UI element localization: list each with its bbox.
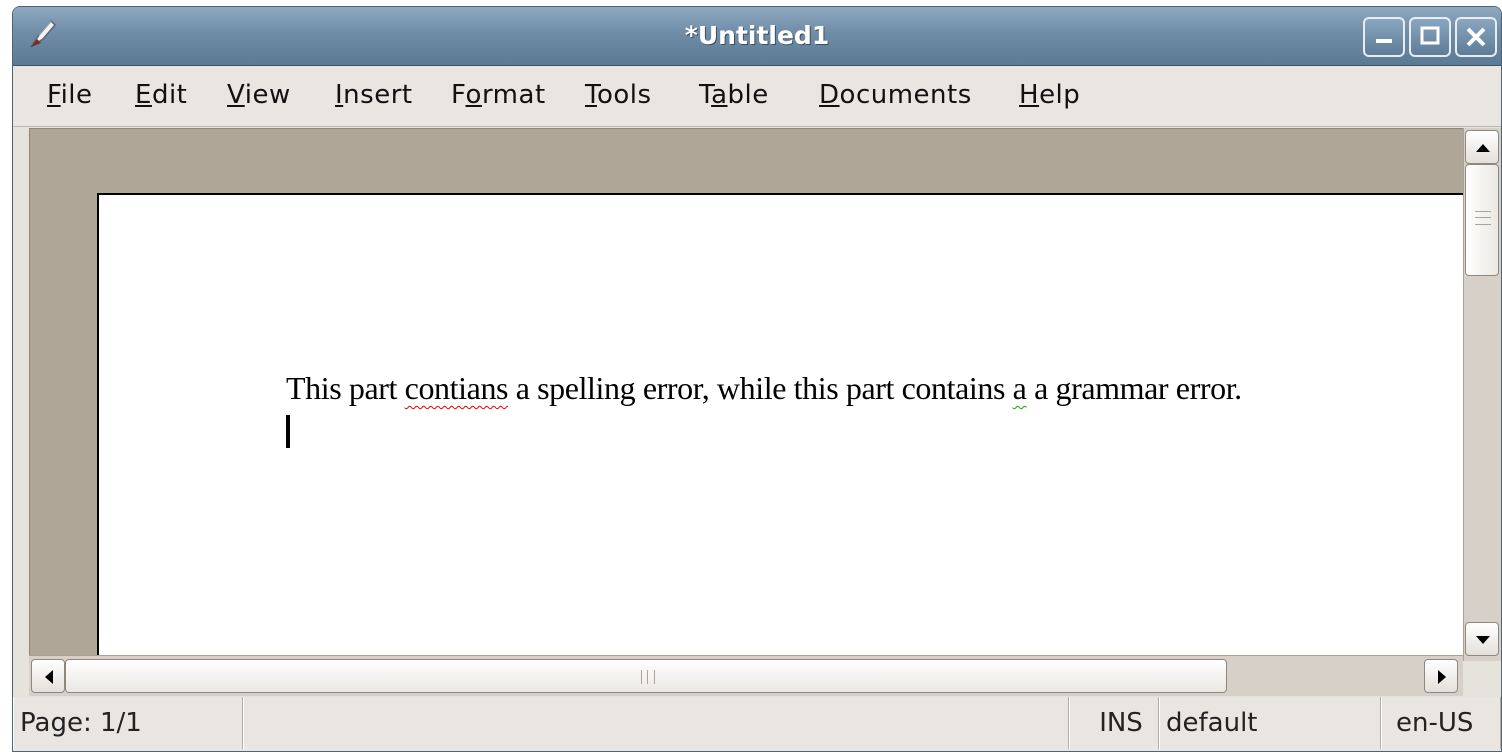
grip-icon bbox=[641, 670, 655, 684]
menu-format-rest: rmat bbox=[481, 80, 546, 110]
menu-bar: File Edit View Insert Format Tools Table… bbox=[13, 66, 1501, 127]
menu-file[interactable]: File bbox=[47, 80, 93, 110]
menu-view-rest: iew bbox=[244, 80, 291, 110]
menu-file-rest: ile bbox=[60, 80, 93, 110]
maximize-icon bbox=[1420, 26, 1440, 45]
menu-format-pre: F bbox=[451, 80, 466, 110]
menu-insert-mnemonic: I bbox=[335, 80, 344, 110]
app-window: *Untitled1 File Edit View Insert Format … bbox=[12, 6, 1502, 752]
arrow-right-icon bbox=[1438, 670, 1446, 684]
menu-insert-rest: nsert bbox=[343, 80, 413, 110]
arrow-down-icon bbox=[1476, 636, 1490, 644]
scroll-down-button[interactable] bbox=[1465, 622, 1499, 656]
scroll-left-button[interactable] bbox=[31, 659, 65, 693]
menu-tools-mnemonic: T bbox=[585, 80, 597, 110]
menu-help-mnemonic: H bbox=[1019, 80, 1040, 110]
grammar-error-word[interactable]: a bbox=[1013, 370, 1027, 406]
menu-documents-mnemonic: D bbox=[819, 80, 840, 110]
menu-insert[interactable]: Insert bbox=[335, 80, 413, 110]
status-insert-mode[interactable]: INS bbox=[1069, 697, 1159, 749]
title-bar[interactable]: *Untitled1 bbox=[13, 7, 1501, 66]
close-button[interactable] bbox=[1455, 17, 1497, 57]
document-canvas[interactable]: This part contians a spelling error, whi… bbox=[29, 128, 1464, 656]
menu-edit-rest: dit bbox=[151, 80, 188, 110]
document-page[interactable]: This part contians a spelling error, whi… bbox=[97, 193, 1464, 656]
menu-tools[interactable]: Tools bbox=[585, 80, 652, 110]
status-style: default bbox=[1159, 697, 1381, 749]
maximize-button[interactable] bbox=[1409, 17, 1451, 57]
window-title: *Untitled1 bbox=[684, 21, 830, 50]
status-bar: Page: 1/1 INS default en-US bbox=[13, 697, 1501, 751]
horizontal-scroll-thumb[interactable] bbox=[65, 659, 1227, 693]
menu-file-mnemonic: F bbox=[47, 80, 61, 110]
menu-view[interactable]: View bbox=[227, 80, 291, 110]
menu-table-pre: T bbox=[699, 80, 712, 110]
scroll-right-button[interactable] bbox=[1424, 659, 1458, 693]
text-middle: a spelling error, while this part contai… bbox=[508, 370, 1013, 406]
status-message bbox=[243, 697, 1069, 749]
text-before: This part bbox=[286, 370, 405, 406]
menu-table[interactable]: Table bbox=[699, 80, 769, 110]
menu-edit-mnemonic: E bbox=[135, 80, 152, 110]
menu-edit[interactable]: Edit bbox=[135, 80, 187, 110]
text-cursor bbox=[286, 415, 290, 448]
document-text[interactable]: This part contians a spelling error, whi… bbox=[286, 370, 1242, 407]
minimize-button[interactable] bbox=[1363, 17, 1405, 57]
arrow-left-icon bbox=[45, 670, 53, 684]
close-icon bbox=[1466, 27, 1486, 47]
menu-help-rest: elp bbox=[1039, 80, 1081, 110]
menu-tools-rest: ools bbox=[596, 80, 652, 110]
vertical-scroll-thumb[interactable] bbox=[1465, 164, 1499, 276]
menu-view-mnemonic: V bbox=[227, 80, 245, 110]
scroll-up-button[interactable] bbox=[1465, 130, 1499, 164]
menu-format[interactable]: Format bbox=[451, 80, 546, 110]
menu-table-rest: ble bbox=[727, 80, 769, 110]
grip-icon bbox=[1475, 211, 1491, 225]
minimize-icon bbox=[1376, 39, 1392, 43]
menu-table-mnemonic: a bbox=[711, 80, 728, 110]
menu-documents-rest: ocuments bbox=[839, 80, 972, 110]
horizontal-scrollbar[interactable] bbox=[29, 655, 1463, 696]
status-language[interactable]: en-US bbox=[1381, 697, 1501, 749]
text-after: a grammar error. bbox=[1026, 370, 1242, 406]
menu-documents[interactable]: Documents bbox=[819, 80, 972, 110]
menu-help[interactable]: Help bbox=[1019, 80, 1080, 110]
menu-format-mnemonic: o bbox=[465, 80, 482, 110]
arrow-up-icon bbox=[1476, 144, 1490, 152]
status-page: Page: 1/1 bbox=[13, 697, 243, 749]
spelling-error-word[interactable]: contians bbox=[405, 370, 509, 406]
vertical-scrollbar[interactable] bbox=[1463, 128, 1501, 661]
